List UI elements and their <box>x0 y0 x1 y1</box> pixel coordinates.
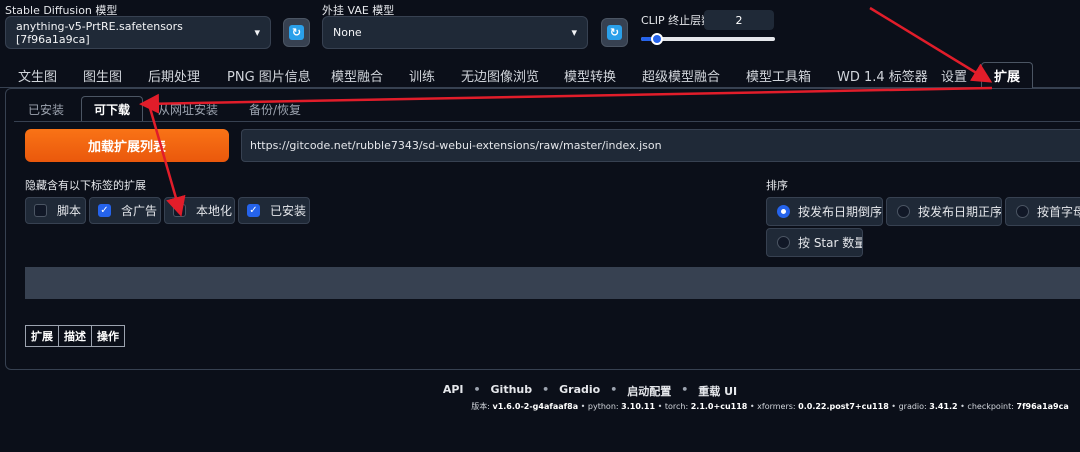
arrow-to-extensions-tab <box>869 6 993 83</box>
arrow-to-available-tab <box>139 86 993 114</box>
annotation-arrows <box>139 6 993 217</box>
arrow-to-localization-checkbox <box>148 107 186 217</box>
